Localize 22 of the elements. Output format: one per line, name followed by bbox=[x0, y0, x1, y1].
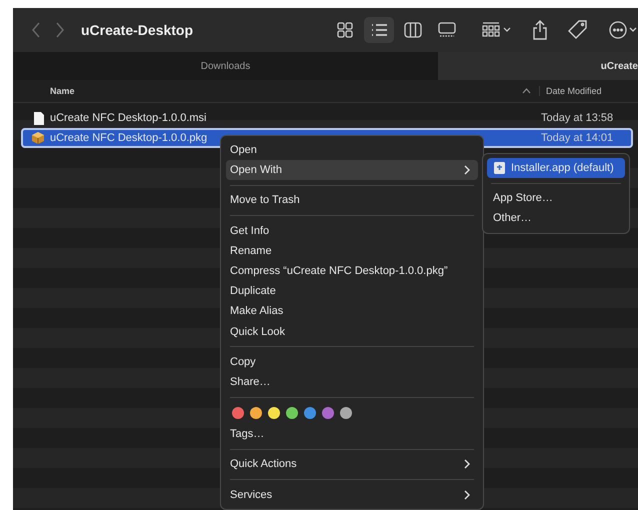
menu-item-label: Installer.app (default) bbox=[511, 162, 614, 174]
menu-item-label: Move to Trash bbox=[230, 194, 300, 206]
date-modified: Today at 13:58 bbox=[541, 112, 614, 124]
menu-item-label: Share… bbox=[230, 376, 270, 388]
menu-item-label: Tags… bbox=[230, 428, 264, 440]
file-name: uCreate NFC Desktop-1.0.0.pkg bbox=[50, 132, 208, 144]
menu-item-label: Compress “uCreate NFC Desktop-1.0.0.pkg” bbox=[230, 265, 448, 278]
menu-item-label: Duplicate bbox=[230, 285, 276, 298]
menu-item-label: Quick Actions bbox=[230, 458, 297, 470]
menu-item-label: Open With bbox=[230, 164, 282, 176]
menu-item-label: Other… bbox=[493, 212, 532, 224]
menu-item-label: Quick Look bbox=[230, 326, 286, 338]
menu-item-label: Get Info bbox=[230, 224, 270, 237]
date-modified: Today at 14:01 bbox=[541, 132, 614, 144]
menu-item-label: Copy bbox=[230, 356, 256, 368]
window-title: uCreate-Desktop bbox=[81, 22, 194, 38]
file-name: uCreate NFC Desktop-1.0.0.msi bbox=[50, 112, 208, 124]
menu-item-label: Open bbox=[230, 144, 257, 156]
menu-item-label: Rename bbox=[230, 244, 272, 257]
menu-item-label: App Store… bbox=[493, 192, 553, 204]
menu-item-label: Services bbox=[230, 488, 272, 501]
menu-item-label: Make Alias bbox=[230, 305, 284, 318]
